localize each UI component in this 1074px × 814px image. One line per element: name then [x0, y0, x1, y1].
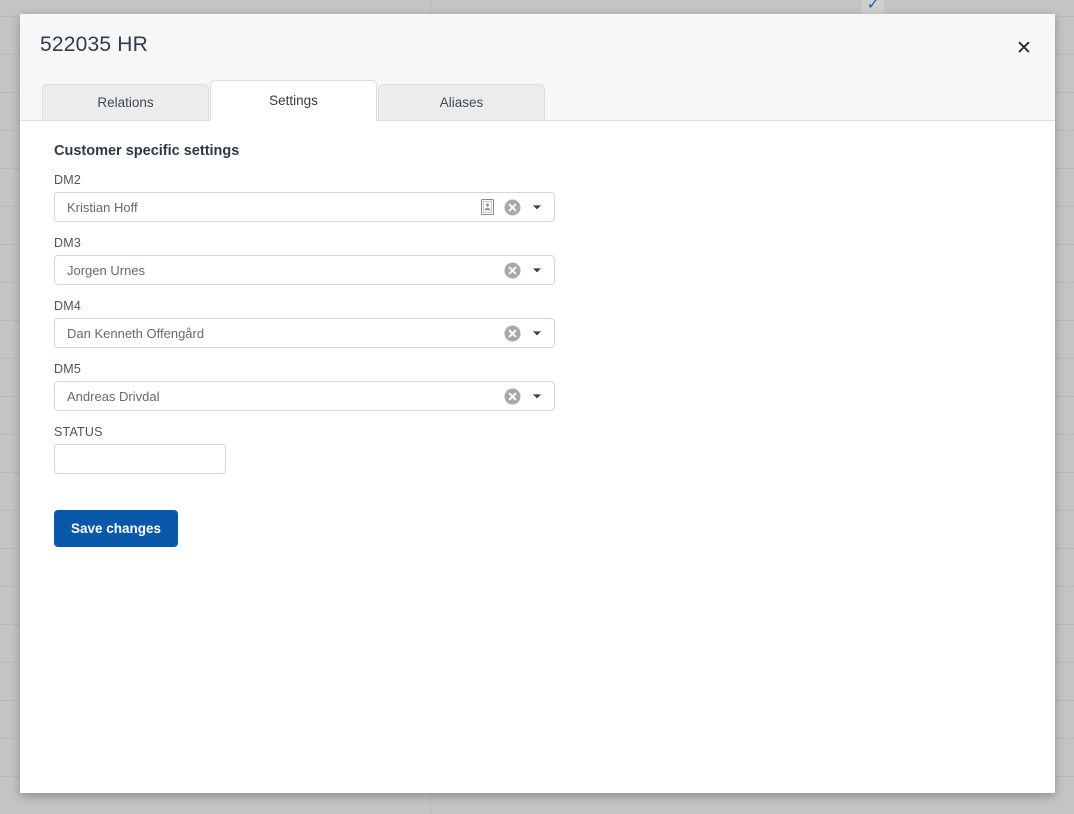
clear-icon[interactable] — [504, 262, 521, 279]
field-label-dm5: DM5 — [54, 362, 1055, 376]
tab-aliases-label: Aliases — [440, 95, 484, 110]
clear-icon[interactable] — [504, 199, 521, 216]
select-dm5[interactable]: Andreas Drivdal — [54, 381, 555, 411]
tab-relations-label: Relations — [97, 95, 153, 110]
select-dm2-value: Kristian Hoff — [55, 200, 481, 215]
field-label-status: STATUS — [54, 425, 1055, 439]
clear-icon[interactable] — [504, 388, 521, 405]
tab-settings[interactable]: Settings — [210, 80, 377, 121]
modal-header: 522035 HR ✕ Relations Settings Aliases — [20, 14, 1055, 121]
field-group-dm5: DM5 Andreas Drivdal — [54, 362, 1055, 411]
chevron-down-icon[interactable] — [532, 391, 542, 401]
chevron-down-icon[interactable] — [532, 202, 542, 212]
select-dm5-value: Andreas Drivdal — [55, 389, 504, 404]
select-dm4-value: Dan Kenneth Offengård — [55, 326, 504, 341]
backdrop-check-icon: ✓ — [862, 0, 884, 14]
save-button[interactable]: Save changes — [54, 510, 178, 547]
tab-relations[interactable]: Relations — [42, 84, 209, 121]
select-dm3-value: Jorgen Urnes — [55, 263, 504, 278]
settings-modal: 522035 HR ✕ Relations Settings Aliases C… — [20, 14, 1055, 793]
select-dm3[interactable]: Jorgen Urnes — [54, 255, 555, 285]
page-title: 522035 HR — [40, 33, 148, 57]
chevron-down-icon[interactable] — [532, 265, 542, 275]
field-group-dm2: DM2 Kristian Hoff — [54, 173, 1055, 222]
close-icon[interactable]: ✕ — [1011, 36, 1037, 62]
field-group-status: STATUS — [54, 425, 1055, 474]
tab-strip: Relations Settings Aliases — [42, 80, 546, 121]
section-title: Customer specific settings — [54, 143, 1055, 159]
tab-aliases[interactable]: Aliases — [378, 84, 545, 121]
field-label-dm4: DM4 — [54, 299, 1055, 313]
modal-body: Customer specific settings DM2 Kristian … — [20, 121, 1055, 547]
field-label-dm3: DM3 — [54, 236, 1055, 250]
status-input[interactable] — [54, 444, 226, 474]
field-group-dm3: DM3 Jorgen Urnes — [54, 236, 1055, 285]
tab-settings-label: Settings — [269, 93, 318, 108]
field-label-dm2: DM2 — [54, 173, 1055, 187]
select-dm2[interactable]: Kristian Hoff — [54, 192, 555, 222]
chevron-down-icon[interactable] — [532, 328, 542, 338]
field-group-dm4: DM4 Dan Kenneth Offengård — [54, 299, 1055, 348]
contact-card-icon — [481, 199, 494, 215]
select-dm4[interactable]: Dan Kenneth Offengård — [54, 318, 555, 348]
clear-icon[interactable] — [504, 325, 521, 342]
